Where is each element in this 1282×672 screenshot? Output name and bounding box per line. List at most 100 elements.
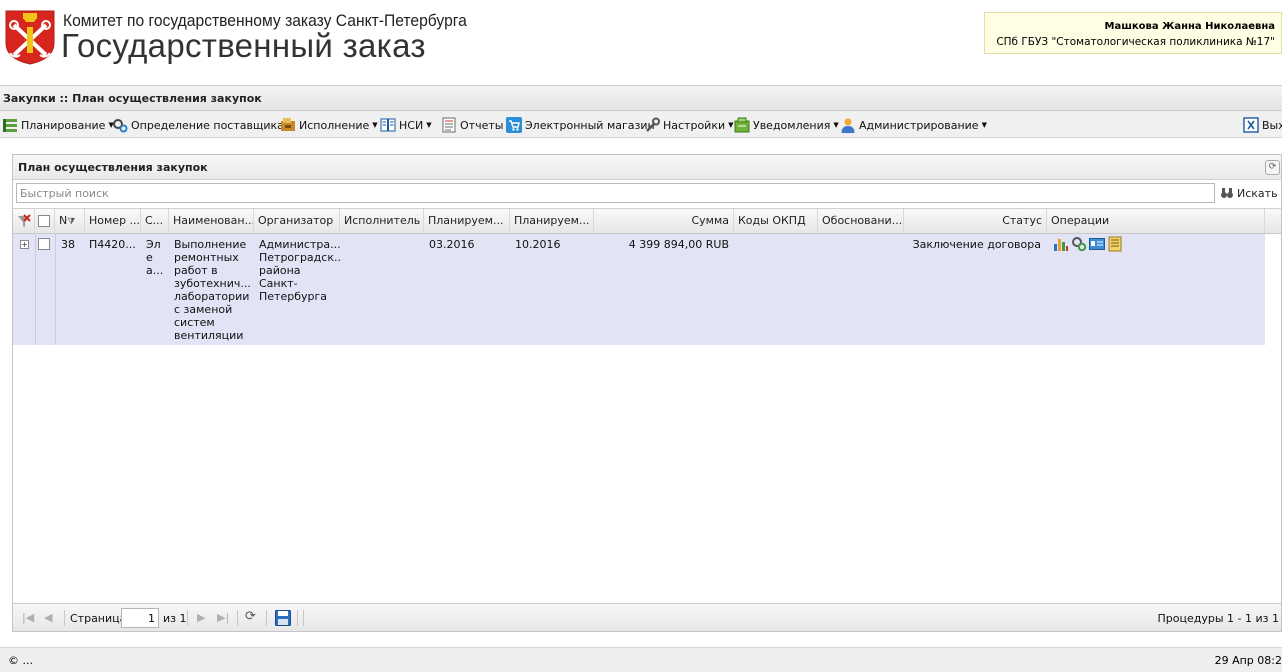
cart-icon — [506, 117, 522, 133]
cell-plan2: 10.2016 — [515, 238, 561, 251]
menu-exit[interactable]: Выход — [1243, 116, 1282, 134]
card-icon[interactable] — [1089, 236, 1105, 252]
separator — [266, 610, 267, 626]
row-separator — [35, 234, 36, 345]
status-datetime: 29 Апр 08:2 — [1214, 654, 1282, 667]
grid-header: N⧩ Номер ... С... Наименован... Организа… — [13, 208, 1281, 234]
user-organization: СПб ГБУЗ "Стоматологическая поликлиника … — [996, 36, 1275, 48]
wrench-icon — [646, 117, 660, 132]
notification-icon — [734, 117, 750, 133]
column-name[interactable]: Наименован... — [169, 209, 254, 233]
planning-icon — [3, 119, 17, 132]
page-label: Страница — [70, 612, 127, 625]
menu-nsi-label: НСИ — [399, 118, 424, 132]
menu-admin-label: Администрирование — [859, 118, 979, 132]
column-n[interactable]: N⧩ — [55, 209, 85, 233]
search-button[interactable]: Искать — [1220, 183, 1278, 203]
column-s[interactable]: С... — [141, 209, 169, 233]
binoculars-icon — [1221, 188, 1233, 198]
filter-icon: ⧩ — [67, 217, 76, 227]
column-okpd[interactable]: Коды ОКПД — [734, 209, 818, 233]
column-executor[interactable]: Исполнитель — [340, 209, 424, 233]
menu-settings-label: Настройки — [663, 118, 726, 132]
column-organizer[interactable]: Организатор — [254, 209, 340, 233]
menu-notifications-label: Уведомления — [753, 118, 831, 132]
paging-toolbar: |◀ ◀ Страница из 1 ▶ ▶| ⟳ Процедуры 1 - … — [13, 603, 1281, 631]
column-basis[interactable]: Обосновани... — [818, 209, 904, 233]
prev-page-icon[interactable]: ◀ — [44, 611, 52, 624]
cell-organizer: Администра... Петроградск... района Санк… — [259, 238, 341, 303]
column-number[interactable]: Номер ... — [85, 209, 141, 233]
chevron-down-icon: ▼ — [833, 121, 839, 129]
column-operations[interactable]: Операции — [1047, 209, 1265, 233]
separator — [237, 610, 238, 626]
next-page-icon[interactable]: ▶ — [197, 611, 205, 624]
column-plan2[interactable]: Планируем... — [510, 209, 594, 233]
menu-admin[interactable]: Администрирование ▼ — [840, 116, 987, 134]
panel-refresh-icon[interactable]: ⟳ — [1265, 160, 1280, 175]
procurement-plan-panel: План осуществления закупок ⟳ Искать N⧩ Н… — [12, 154, 1282, 632]
menu-supplier-label: Определение поставщика — [131, 118, 284, 132]
gears-icon — [113, 119, 128, 133]
cell-plan1: 03.2016 — [429, 238, 475, 251]
refresh-icon[interactable]: ⟳ — [245, 609, 256, 624]
menu-planning[interactable]: Планирование ▼ — [2, 116, 114, 134]
status-bar: © ... 29 Апр 08:2 — [0, 647, 1282, 672]
cell-status: Заключение договора — [912, 238, 1041, 251]
row-checkbox[interactable] — [38, 238, 50, 250]
menu-shop[interactable]: Электронный магазин — [506, 116, 655, 134]
chevron-down-icon: ▼ — [426, 121, 432, 129]
chevron-down-icon: ▼ — [981, 121, 987, 129]
last-page-icon[interactable]: ▶| — [217, 611, 229, 624]
records-summary: Процедуры 1 - 1 из 1 — [1157, 612, 1279, 625]
row-separator — [55, 234, 56, 345]
chevron-down-icon: ▼ — [728, 121, 734, 129]
cell-sum: 4 399 894,00 RUB — [628, 238, 729, 251]
table-row[interactable]: + 38 П4420... Эле а... Выполнение ремонт… — [13, 234, 1265, 345]
page-number-input[interactable] — [121, 608, 159, 628]
menu-supplier[interactable]: Определение поставщика▼ — [112, 116, 292, 134]
select-all-column — [35, 209, 55, 233]
cell-s: Эле а... — [146, 238, 164, 277]
menu-shop-label: Электронный магазин — [525, 118, 655, 132]
exit-icon — [1243, 117, 1259, 133]
separator — [303, 610, 304, 626]
breadcrumb: Закупки :: План осуществления закупок — [3, 92, 262, 105]
menu-nsi[interactable]: НСИ ▼ — [380, 116, 432, 134]
quick-search-row: Искать — [13, 180, 1281, 206]
row-operations — [1049, 236, 1129, 254]
column-plan1[interactable]: Планируем... — [424, 209, 510, 233]
user-name: Машкова Жанна Николаевна — [1104, 21, 1275, 32]
select-all-checkbox[interactable] — [38, 215, 50, 227]
separator — [64, 610, 65, 626]
separator — [297, 610, 298, 626]
chart-icon[interactable] — [1053, 236, 1069, 252]
save-icon[interactable] — [275, 610, 291, 626]
cell-number[interactable]: П4420... — [85, 238, 141, 251]
row-expand-icon[interactable]: + — [20, 240, 29, 249]
app-title: Государственный заказ — [61, 27, 426, 64]
menu-execution-label: Исполнение — [299, 118, 370, 132]
menu-reports-label: Отчеты — [460, 118, 504, 132]
menu-reports[interactable]: Отчеты — [441, 116, 503, 134]
panel-title: План осуществления закупок — [18, 161, 208, 174]
chevron-down-icon: ▼ — [372, 121, 378, 129]
menu-settings[interactable]: Настройки ▼ — [644, 116, 734, 134]
column-sum[interactable]: Сумма — [594, 209, 734, 233]
app-header: Комитет по государственному заказу Санкт… — [0, 0, 1282, 84]
cell-n: 38 — [61, 238, 75, 251]
separator — [187, 610, 188, 626]
menu-execution[interactable]: Исполнение ▼ — [280, 116, 378, 134]
book-icon — [380, 118, 396, 132]
first-page-icon[interactable]: |◀ — [22, 611, 34, 624]
clear-filter-column[interactable] — [13, 209, 35, 233]
process-gear-icon[interactable] — [1071, 236, 1087, 252]
breadcrumb-bar: Закупки :: План осуществления закупок — [0, 85, 1282, 111]
user-info-box: Машкова Жанна Николаевна СПб ГБУЗ "Стома… — [984, 12, 1282, 54]
column-n-label: N — [59, 214, 68, 227]
column-status[interactable]: Статус — [904, 209, 1047, 233]
cell-name: Выполнение ремонтных работ в зуботехнич.… — [174, 238, 251, 342]
menu-notifications[interactable]: Уведомления ▼ — [734, 116, 839, 134]
scroll-document-icon[interactable] — [1107, 236, 1123, 252]
quick-search-input[interactable] — [16, 183, 1215, 203]
